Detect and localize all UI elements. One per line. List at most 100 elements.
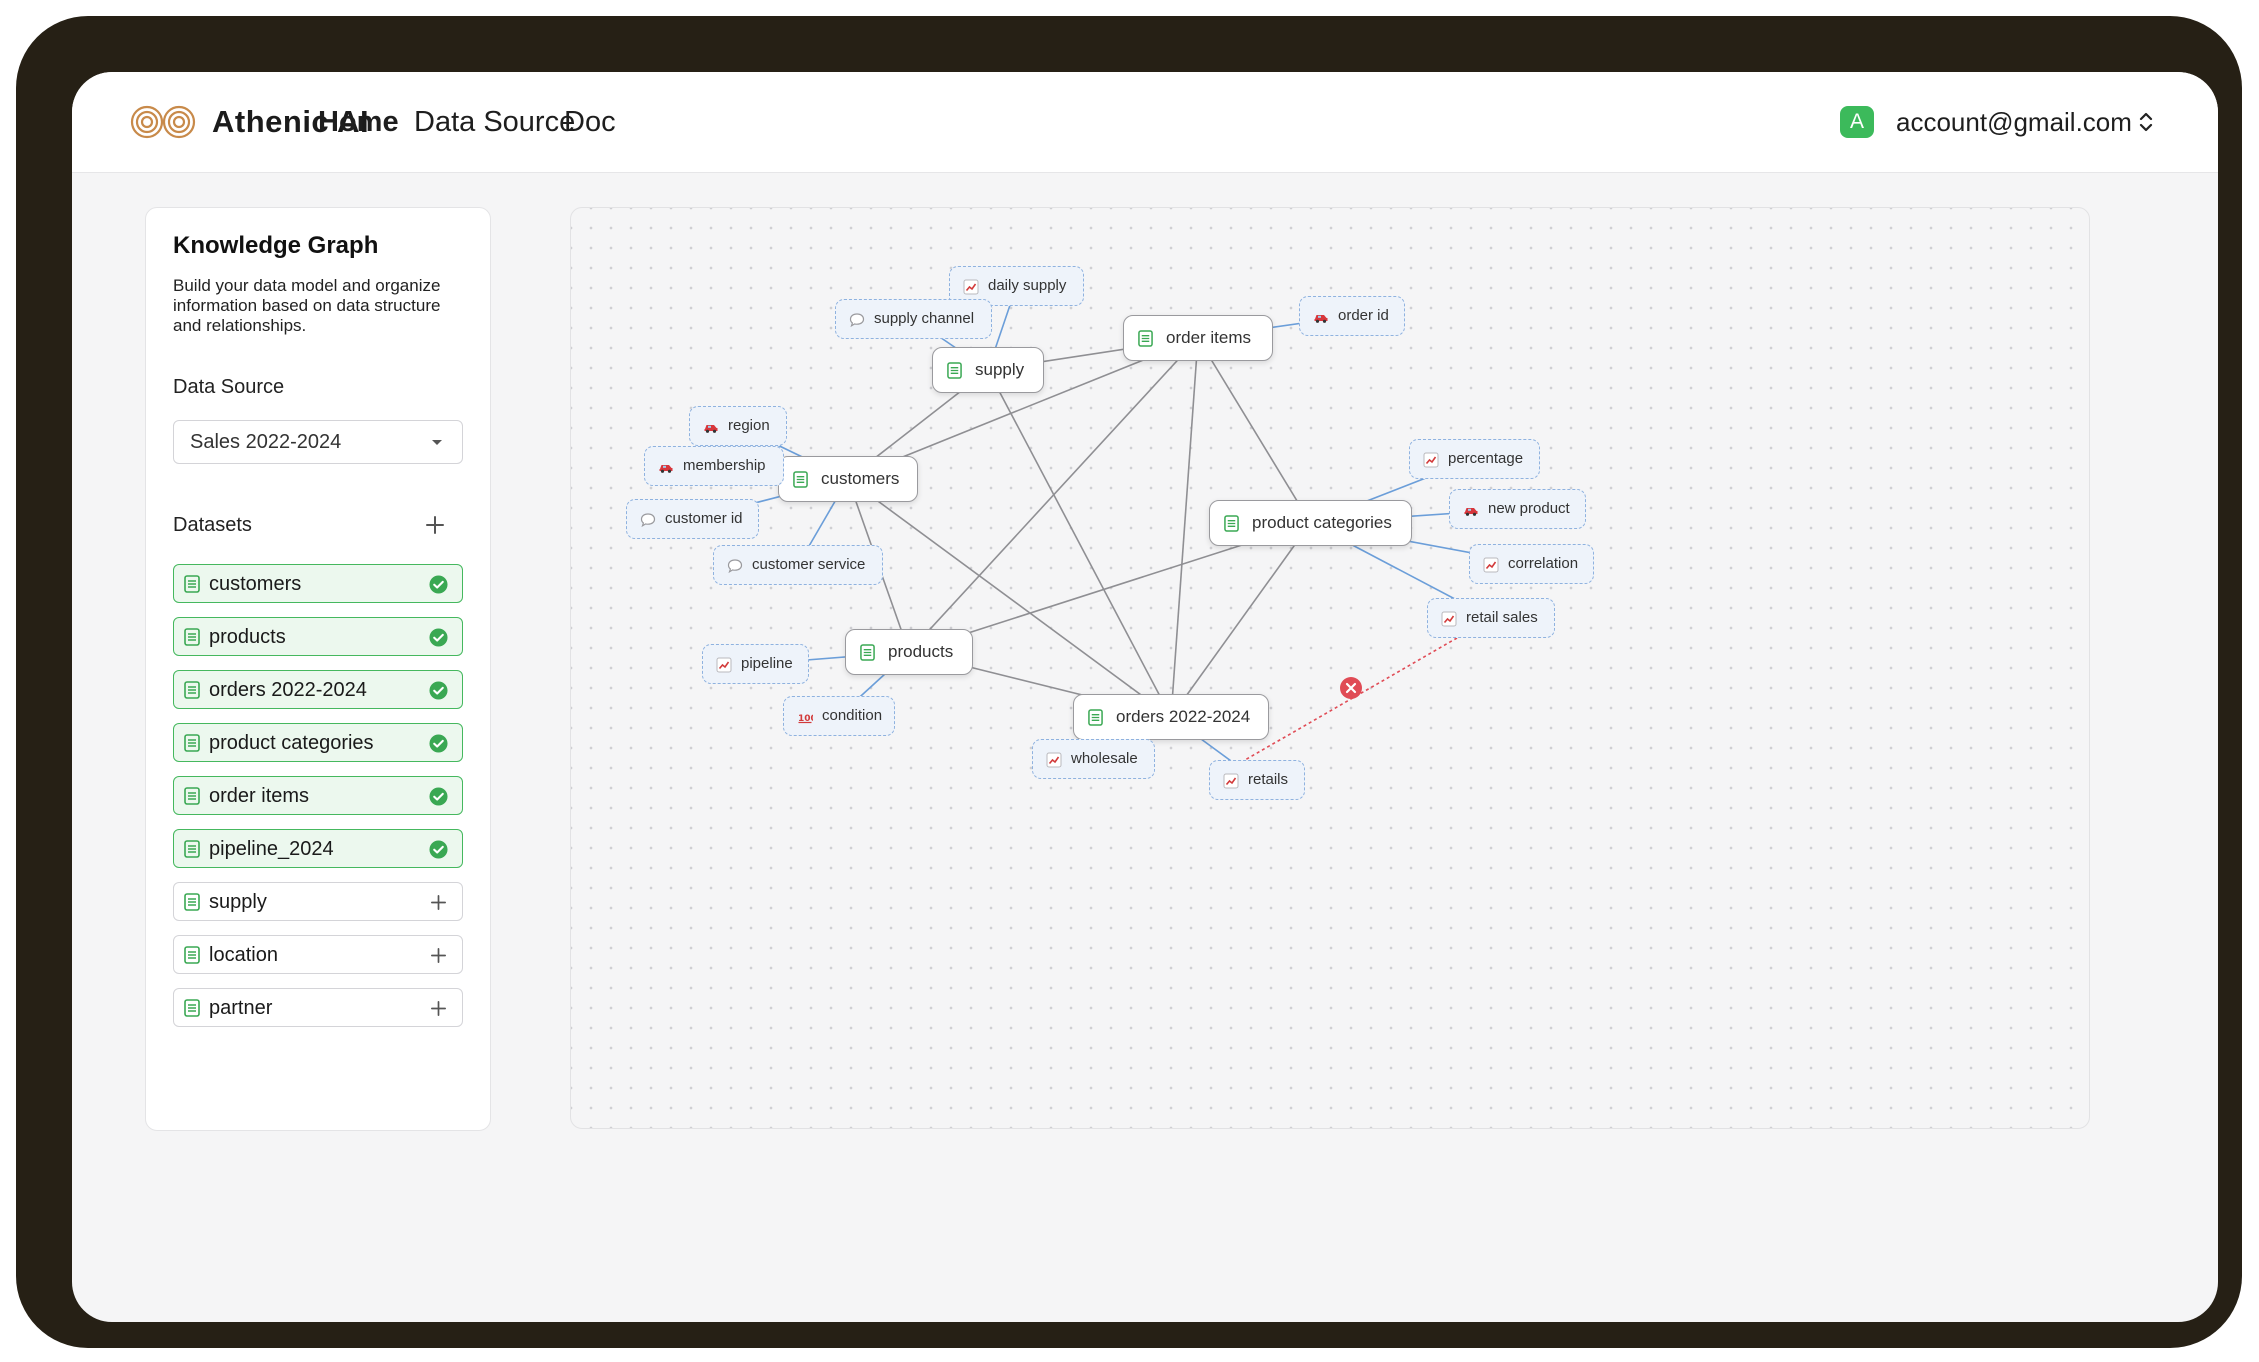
attribute-node-percentage[interactable]: percentage [1409, 439, 1540, 479]
table-icon [1224, 515, 1239, 532]
dataset-name: order items [209, 785, 310, 807]
table-icon [184, 575, 200, 593]
check-circle-icon[interactable] [429, 840, 448, 859]
dataset-item-order-items[interactable]: order items [173, 776, 463, 815]
attribute-node-customer-id[interactable]: customer id [626, 499, 759, 539]
dataset-name: location [209, 944, 278, 966]
table-node-label: order items [1166, 328, 1252, 347]
table-icon [184, 734, 200, 752]
dataset-name: pipeline_2024 [209, 838, 334, 860]
plus-icon[interactable] [429, 999, 448, 1018]
plus-icon[interactable] [429, 946, 448, 965]
attribute-node-supply-channel[interactable]: supply channel [835, 299, 992, 339]
chart-icon [1223, 773, 1239, 789]
check-circle-icon[interactable] [429, 734, 448, 753]
nav-home[interactable]: Home [318, 102, 399, 142]
table-node-supply[interactable]: supply [932, 347, 1044, 393]
table-icon [860, 644, 875, 661]
car-icon [1313, 309, 1329, 325]
attribute-node-retail-sales[interactable]: retail sales [1427, 598, 1555, 638]
attribute-label: retail sales [1466, 609, 1538, 626]
dataset-item-customers[interactable]: customers [173, 564, 463, 603]
relation-edge-customers-orders-2022-2024[interactable] [847, 478, 1172, 718]
attribute-label: customer id [665, 510, 743, 527]
attribute-node-membership[interactable]: membership [644, 446, 784, 486]
chart-icon [1046, 752, 1062, 768]
table-node-products[interactable]: products [845, 629, 973, 675]
check-circle-icon[interactable] [429, 628, 448, 647]
attribute-node-condition[interactable]: 100 condition [783, 696, 895, 736]
table-node-product-categories[interactable]: product categories [1209, 500, 1412, 546]
chat-icon [849, 312, 865, 328]
attribute-label: membership [683, 457, 766, 474]
table-node-label: supply [975, 360, 1025, 379]
check-circle-icon[interactable] [429, 787, 448, 806]
attribute-node-pipeline[interactable]: pipeline [702, 644, 809, 684]
table-icon [184, 999, 200, 1017]
datasets-label: Datasets [173, 514, 252, 536]
table-icon [1138, 330, 1153, 347]
panel-description: Build your data model and organize infor… [173, 276, 441, 335]
attribute-node-correlation[interactable]: correlation [1469, 544, 1594, 584]
table-icon [793, 471, 808, 488]
dataset-item-product-categories[interactable]: product categories [173, 723, 463, 762]
attribute-label: wholesale [1071, 750, 1138, 767]
table-icon [184, 787, 200, 805]
attribute-label: region [728, 417, 770, 434]
dataset-item-pipeline-2024[interactable]: pipeline_2024 [173, 829, 463, 868]
table-icon [184, 681, 200, 699]
table-node-label: product categories [1252, 513, 1392, 532]
dataset-item-orders-2022-2024[interactable]: orders 2022-2024 [173, 670, 463, 709]
relation-edge-supply-orders-2022-2024[interactable] [987, 369, 1172, 718]
table-node-order-items[interactable]: order items [1123, 315, 1273, 361]
athenic-logo-icon [130, 105, 196, 139]
car-icon [703, 419, 719, 435]
dataset-name: orders 2022-2024 [209, 679, 367, 701]
attribute-node-wholesale[interactable]: wholesale [1032, 739, 1155, 779]
add-dataset-icon[interactable] [424, 514, 446, 536]
dataset-name: product categories [209, 732, 374, 754]
relation-edge-order-items-orders-2022-2024[interactable] [1170, 337, 1199, 718]
delete-edge-icon[interactable] [1340, 677, 1362, 699]
top-navbar: Athenic AI Home Data Source Doc A accoun… [72, 72, 2218, 173]
attribute-node-region[interactable]: region [689, 406, 787, 446]
chevron-up-down-icon[interactable] [2136, 108, 2156, 136]
car-icon [658, 459, 674, 475]
nav-data-source[interactable]: Data Source [414, 102, 575, 142]
plus-icon[interactable] [429, 893, 448, 912]
dataset-name: customers [209, 573, 302, 595]
table-icon [947, 362, 962, 379]
chat-icon [640, 512, 656, 528]
table-node-orders-2022-2024[interactable]: orders 2022-2024 [1073, 694, 1269, 740]
attribute-label: pipeline [741, 655, 793, 672]
table-node-label: products [888, 642, 954, 661]
table-node-customers[interactable]: customers [778, 456, 918, 502]
table-icon [184, 840, 200, 858]
chart-icon [963, 279, 979, 295]
avatar[interactable]: A [1840, 106, 1874, 138]
dataset-item-products[interactable]: products [173, 617, 463, 656]
relation-edge-product-categories-orders-2022-2024[interactable] [1170, 522, 1312, 718]
dataset-item-partner[interactable]: partner [173, 988, 463, 1027]
check-circle-icon[interactable] [429, 681, 448, 700]
chart-icon [716, 657, 732, 673]
chat-icon [727, 558, 743, 574]
dataset-item-location[interactable]: location [173, 935, 463, 974]
dataset-name: partner [209, 997, 273, 1019]
check-circle-icon[interactable] [429, 575, 448, 594]
chart-icon [1483, 557, 1499, 573]
panel-title: Knowledge Graph [173, 232, 379, 259]
data-source-select[interactable]: Sales 2022-2024 [173, 420, 463, 464]
account-email[interactable]: account@gmail.com [1896, 102, 2132, 142]
nav-doc[interactable]: Doc [564, 102, 616, 142]
dataset-item-supply[interactable]: supply [173, 882, 463, 921]
attribute-node-order-id[interactable]: order id [1299, 296, 1405, 336]
app-screen: Athenic AI Home Data Source Doc A accoun… [72, 72, 2218, 1322]
attribute-node-retails[interactable]: retails [1209, 760, 1305, 800]
relation-edge-order-items-product-categories[interactable] [1197, 337, 1312, 524]
graph-canvas[interactable]: order items supply customers product catego… [570, 207, 2090, 1129]
table-node-label: orders 2022-2024 [1116, 707, 1251, 726]
attribute-node-new-product[interactable]: new product [1449, 489, 1586, 529]
table-icon [184, 946, 200, 964]
attribute-node-customer-service[interactable]: customer service [713, 545, 883, 585]
